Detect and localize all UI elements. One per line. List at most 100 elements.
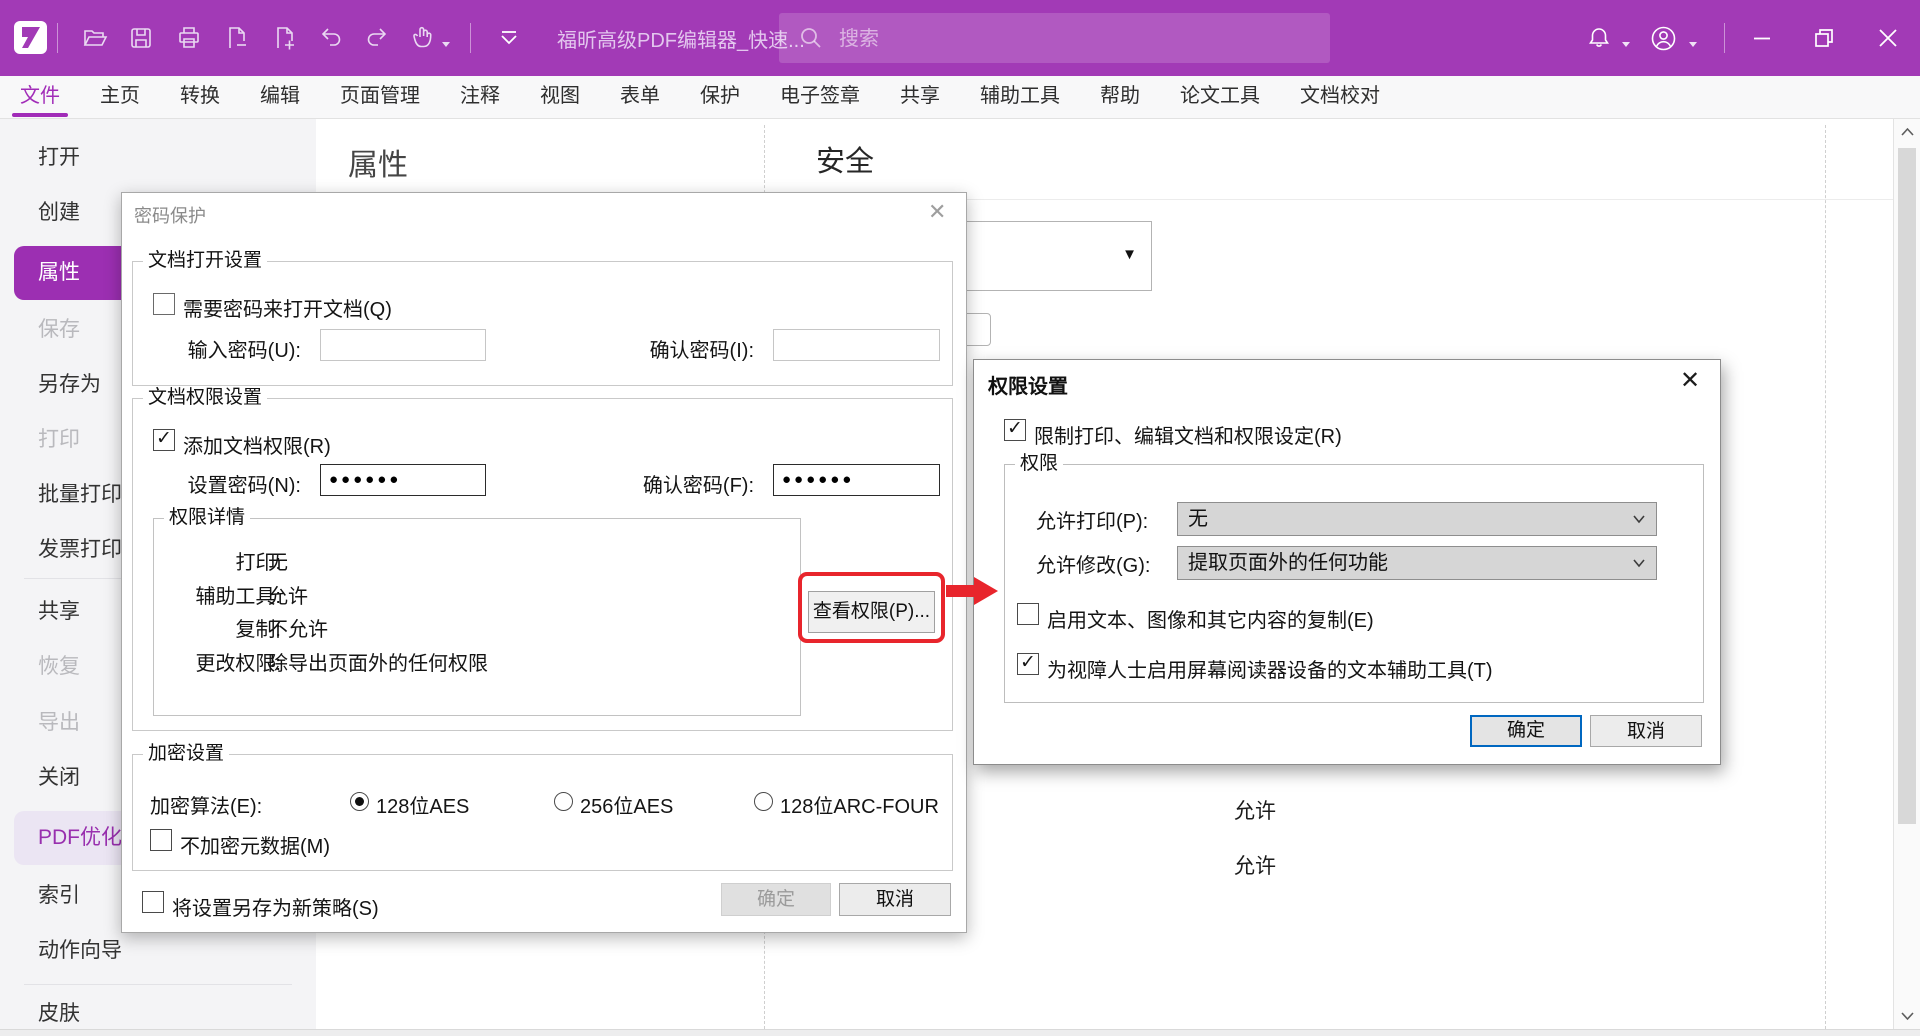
menu-item-protect[interactable]: 保护: [680, 76, 760, 118]
enable-copy-checkbox[interactable]: [1017, 603, 1039, 625]
allow-modify-label: 允许修改(G):: [1036, 549, 1150, 578]
menu-item-paper-tools[interactable]: 论文工具: [1160, 76, 1280, 118]
encrypt-algorithm-label: 加密算法(E):: [150, 790, 262, 819]
group-legend: 权限: [1015, 452, 1063, 476]
radio-256-aes[interactable]: [554, 792, 573, 811]
detail-row-value: 除导出页面外的任何权限: [268, 647, 488, 676]
security-section-title: 安全: [816, 138, 874, 180]
enable-copy-label: 启用文本、图像和其它内容的复制(E): [1047, 604, 1374, 633]
notifications-caret-icon[interactable]: [1620, 35, 1646, 61]
confirm-permission-password-label: 确认密码(F):: [572, 469, 754, 498]
undo-icon[interactable]: [318, 25, 344, 51]
account-icon[interactable]: [1650, 25, 1676, 51]
menu-item-page-management[interactable]: 页面管理: [320, 76, 440, 118]
add-page-icon[interactable]: [272, 25, 298, 51]
foxit-logo-icon[interactable]: [14, 21, 47, 54]
allow-print-value: 无: [1188, 508, 1208, 530]
scroll-up-icon: [1900, 127, 1915, 137]
dialog-title: 权限设置: [988, 370, 1068, 399]
vertical-scrollbar[interactable]: [1893, 119, 1920, 1029]
hand-tool-caret-icon[interactable]: [440, 35, 466, 61]
add-permission-label: 添加文档权限(R): [183, 430, 331, 459]
confirm-permission-password-field[interactable]: ●●●●●●: [773, 464, 940, 496]
toolbar-separator: [57, 23, 58, 53]
redo-icon[interactable]: [364, 25, 390, 51]
notifications-icon[interactable]: [1586, 25, 1612, 51]
add-permission-checkbox[interactable]: ✓: [153, 429, 175, 451]
no-metadata-checkbox[interactable]: [150, 829, 172, 851]
input-password-field[interactable]: [320, 329, 486, 361]
doc-open-settings-group: 文档打开设置: [132, 261, 953, 386]
menu-item-share[interactable]: 共享: [880, 76, 960, 118]
search-input[interactable]: [837, 23, 1301, 55]
menu-item-comment[interactable]: 注释: [440, 76, 520, 118]
highlight-annotation-rect: [798, 572, 945, 643]
combo-arrow-icon: ▼: [1122, 246, 1137, 263]
ok-button[interactable]: 确定: [721, 883, 831, 916]
close-icon[interactable]: ✕: [1680, 366, 1700, 395]
search-box[interactable]: [779, 13, 1330, 63]
group-legend: 文档权限设置: [143, 386, 267, 410]
menu-item-view[interactable]: 视图: [520, 76, 600, 118]
require-password-label: 需要密码来打开文档(Q): [183, 293, 392, 322]
radio-128-arcfour-label: 128位ARC-FOUR: [780, 790, 939, 819]
save-policy-label: 将设置另存为新策略(S): [172, 892, 379, 921]
minimize-icon[interactable]: [1749, 25, 1775, 51]
panel-divider-dashed: [1825, 125, 1826, 1029]
scroll-down-icon: [1900, 1011, 1915, 1021]
allow-print-label: 允许打印(P):: [1036, 505, 1148, 534]
sidebar-divider: [24, 984, 292, 985]
restrict-printing-checkbox[interactable]: ✓: [1004, 419, 1026, 441]
radio-256-aes-label: 256位AES: [580, 790, 673, 819]
sidebar-item-open[interactable]: 打开: [0, 136, 316, 180]
open-file-icon[interactable]: [82, 25, 108, 51]
detail-row-value: 允许: [268, 580, 308, 609]
radio-128-aes[interactable]: [350, 792, 369, 811]
detail-row-value: 不允许: [268, 613, 328, 642]
print-icon[interactable]: [176, 25, 202, 51]
menu-item-proofread[interactable]: 文档校对: [1280, 76, 1400, 118]
menu-item-accessibility[interactable]: 辅助工具: [960, 76, 1080, 118]
ok-button[interactable]: 确定: [1470, 715, 1582, 747]
accessibility-checkbox[interactable]: ✓: [1017, 653, 1039, 675]
set-password-field[interactable]: ●●●●●●: [320, 464, 486, 496]
remove-page-icon[interactable]: [224, 25, 250, 51]
save-icon[interactable]: [128, 25, 154, 51]
toolbar-separator: [470, 23, 471, 53]
radio-128-arcfour[interactable]: [754, 792, 773, 811]
allow-print-dropdown[interactable]: 无: [1177, 502, 1657, 536]
page-title: 属性: [348, 140, 408, 184]
annotation-arrow-head: [974, 577, 998, 605]
menu-item-file[interactable]: 文件: [0, 76, 80, 118]
cancel-button[interactable]: 取消: [839, 883, 951, 916]
status-strip: [0, 1029, 1920, 1036]
scrollbar-thumb[interactable]: [1898, 148, 1916, 824]
menu-item-esign[interactable]: 电子签章: [760, 76, 880, 118]
allow-modify-dropdown[interactable]: 提取页面外的任何功能: [1177, 546, 1657, 580]
sidebar-item-action-wizard[interactable]: 动作向导: [0, 929, 316, 973]
group-legend: 文档打开设置: [143, 249, 267, 273]
confirm-open-password-field[interactable]: [773, 329, 940, 361]
menu-item-home[interactable]: 主页: [80, 76, 160, 118]
collapse-ribbon-icon[interactable]: [496, 25, 522, 51]
group-legend: 加密设置: [143, 742, 229, 766]
hand-tool-icon[interactable]: [410, 25, 436, 51]
dialog-title: 密码保护: [134, 202, 206, 228]
menu-item-convert[interactable]: 转换: [160, 76, 240, 118]
cancel-button[interactable]: 取消: [1590, 715, 1702, 747]
account-caret-icon[interactable]: [1687, 35, 1713, 61]
save-policy-checkbox[interactable]: [142, 891, 164, 913]
security-permission-value: 允许: [1234, 795, 1276, 825]
chevron-down-icon: [1632, 558, 1646, 568]
window-controls-separator: [1724, 23, 1725, 53]
menu-item-form[interactable]: 表单: [600, 76, 680, 118]
restore-window-icon[interactable]: [1811, 25, 1837, 51]
menu-item-help[interactable]: 帮助: [1080, 76, 1160, 118]
close-icon[interactable]: ✕: [928, 199, 946, 225]
menu-item-edit[interactable]: 编辑: [240, 76, 320, 118]
restrict-printing-label: 限制打印、编辑文档和权限设定(R): [1034, 420, 1342, 449]
require-password-checkbox[interactable]: [153, 293, 175, 315]
close-window-icon[interactable]: [1875, 25, 1901, 51]
group-legend: 权限详情: [164, 506, 250, 530]
confirm-open-password-label: 确认密码(I):: [572, 334, 754, 363]
